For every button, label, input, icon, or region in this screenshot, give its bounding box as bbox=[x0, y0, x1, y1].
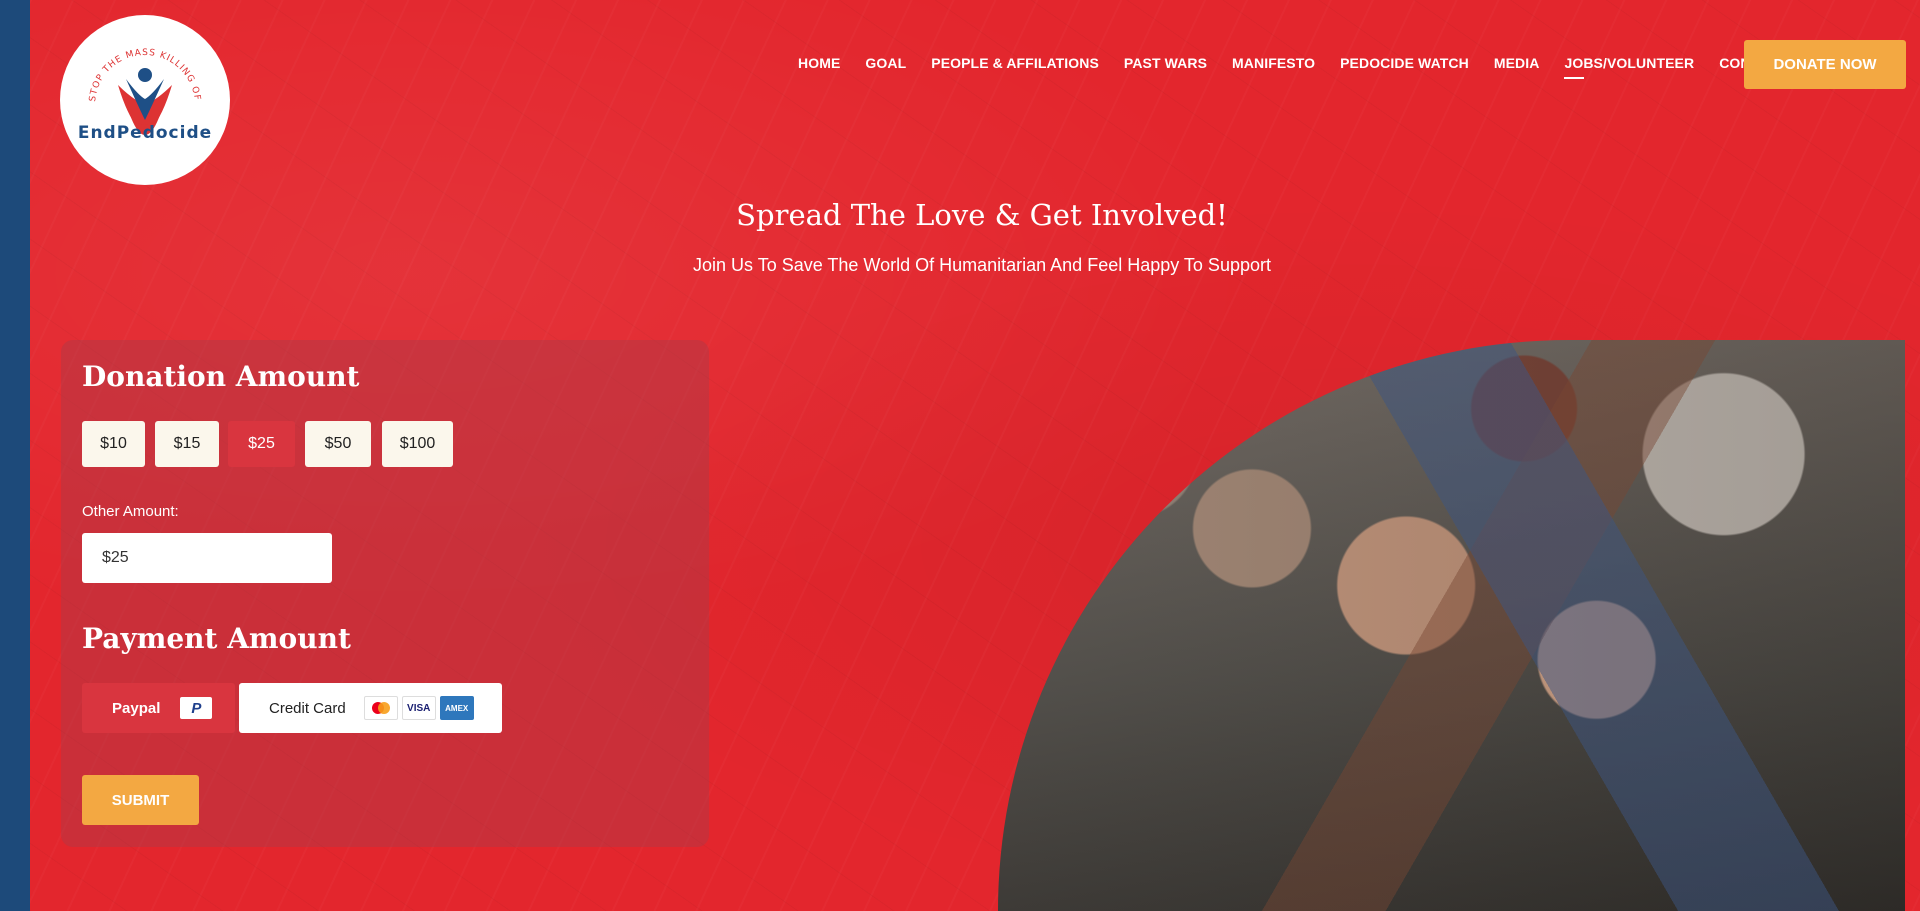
amex-icon: AMEX bbox=[439, 696, 474, 720]
hero-photo-children bbox=[998, 340, 1905, 911]
amount-50-button[interactable]: $50 bbox=[305, 421, 371, 467]
logo-text: EndPedocide bbox=[77, 123, 213, 143]
donation-form: Donation Amount $10 $15 $25 $50 $100 Oth… bbox=[61, 340, 709, 847]
mastercard-icon bbox=[363, 696, 398, 720]
donate-now-button[interactable]: DONATE NOW bbox=[1744, 40, 1906, 89]
credit-card-label: Credit Card bbox=[269, 699, 346, 717]
main-nav: HOME GOAL PEOPLE & AFFILATIONS PAST WARS… bbox=[798, 55, 1812, 79]
nav-past-wars[interactable]: PAST WARS bbox=[1124, 55, 1207, 71]
logo-emblem-icon: STOP THE MASS KILLING OF CHILDREN bbox=[60, 15, 202, 135]
nav-people-affilations[interactable]: PEOPLE & AFFILATIONS bbox=[931, 55, 1099, 71]
payment-amount-heading: Payment Amount bbox=[82, 622, 351, 655]
amount-10-button[interactable]: $10 bbox=[82, 421, 145, 467]
nav-pedocide-watch[interactable]: PEDOCIDE WATCH bbox=[1340, 55, 1469, 71]
nav-jobs-volunteer[interactable]: JOBS/VOLUNTEER bbox=[1564, 55, 1694, 79]
nav-manifesto[interactable]: MANIFESTO bbox=[1232, 55, 1315, 71]
site-logo[interactable]: STOP THE MASS KILLING OF CHILDREN EndPed… bbox=[60, 15, 230, 185]
visa-icon: VISA bbox=[401, 696, 436, 720]
nav-home[interactable]: HOME bbox=[798, 55, 840, 71]
hero-subtitle: Join Us To Save The World Of Humanitaria… bbox=[693, 255, 1271, 275]
paypal-label: Paypal bbox=[112, 699, 161, 717]
amount-25-button[interactable]: $25 bbox=[228, 421, 295, 467]
nav-goal[interactable]: GOAL bbox=[865, 55, 906, 71]
other-amount-input[interactable] bbox=[82, 533, 332, 583]
nav-media[interactable]: MEDIA bbox=[1494, 55, 1540, 71]
svg-text:STOP THE MASS KILLING OF CHILD: STOP THE MASS KILLING OF CHILDREN bbox=[60, 15, 202, 105]
other-amount-label: Other Amount: bbox=[82, 503, 179, 520]
hero-title: Spread The Love & Get Involved! bbox=[736, 198, 1228, 232]
amount-100-button[interactable]: $100 bbox=[382, 421, 453, 467]
amount-15-button[interactable]: $15 bbox=[155, 421, 219, 467]
submit-button[interactable]: SUBMIT bbox=[82, 775, 199, 825]
donation-amount-heading: Donation Amount bbox=[82, 360, 360, 393]
paypal-icon: P bbox=[180, 697, 213, 719]
paypal-option[interactable]: Paypal P bbox=[82, 683, 235, 733]
credit-card-option[interactable]: Credit Card VISA AMEX bbox=[239, 683, 502, 733]
left-edge-strip bbox=[0, 0, 30, 911]
